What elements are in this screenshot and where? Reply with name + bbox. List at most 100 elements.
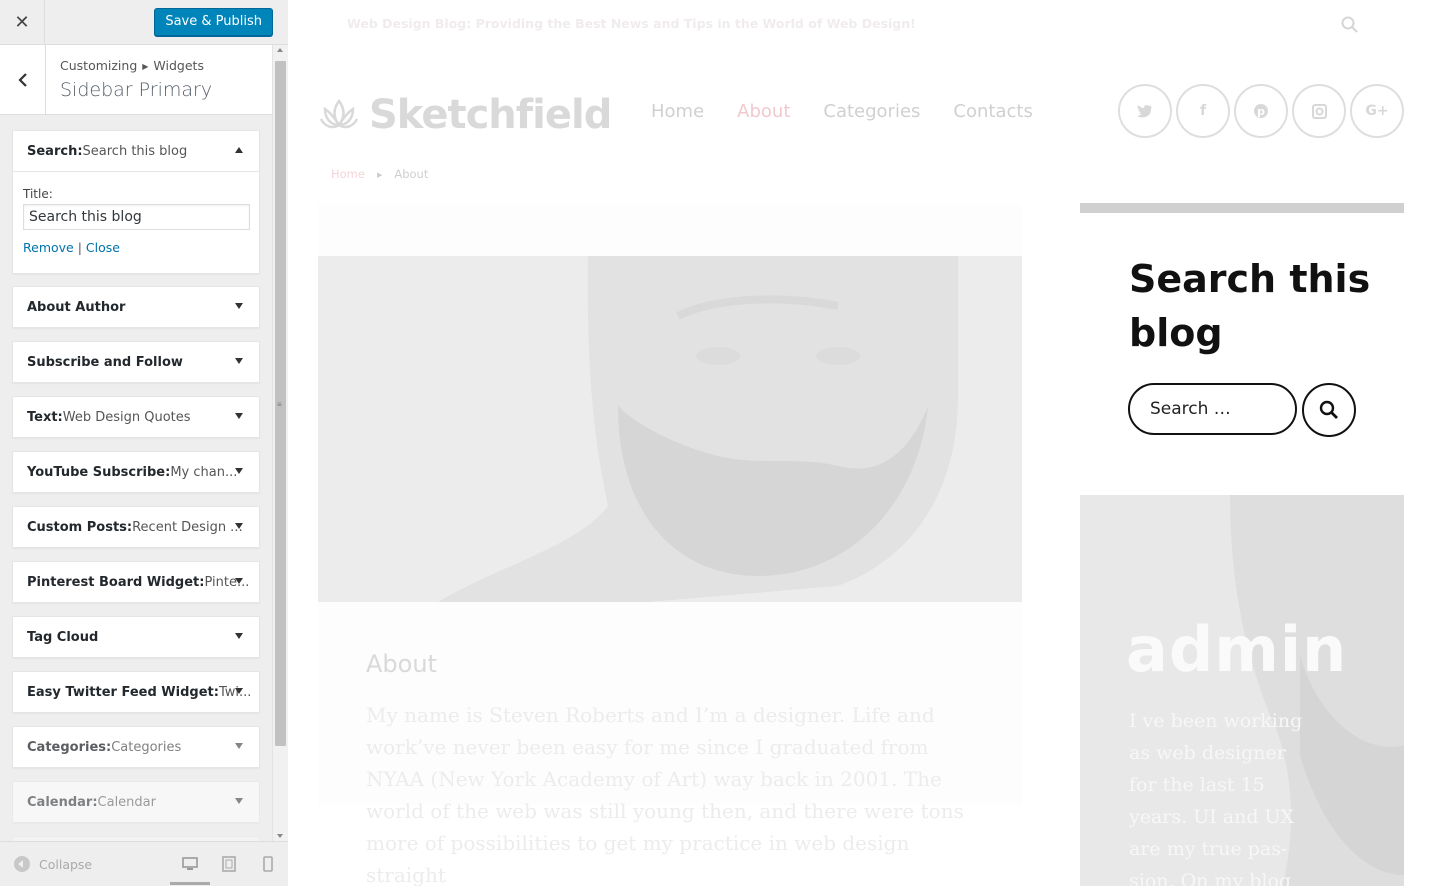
widget-subtitle: Calendar	[97, 794, 156, 810]
sidebar-scrollbar[interactable]: ≡	[272, 45, 288, 841]
widget-form: Title: Search this blog Remove | Close	[13, 171, 259, 273]
widget-easy-twitter-feed[interactable]: Easy Twitter Feed Widget: Twi...	[12, 671, 260, 713]
collapse-icon	[14, 856, 30, 872]
widget-list: Search: Search this blog Title: Search t…	[0, 115, 272, 841]
pinterest-icon: p	[1254, 104, 1268, 118]
widget-name: YouTube Subscribe:	[27, 464, 171, 480]
scroll-up-icon[interactable]	[277, 48, 283, 52]
widget-name: Custom Posts:	[27, 519, 133, 535]
twitter-button[interactable]	[1118, 84, 1172, 138]
nav-item-contacts[interactable]: Contacts	[953, 101, 1032, 122]
widget-name: Search:	[27, 143, 83, 159]
back-button[interactable]	[0, 45, 46, 114]
widget-title-bar[interactable]: About Author	[13, 287, 259, 327]
widget-subtitle: Search this blog	[82, 143, 188, 159]
logo-text: Sketchfield	[369, 92, 612, 138]
breadcrumb-parent: Customizing	[60, 58, 138, 73]
tablet-preview-button[interactable]	[219, 854, 239, 874]
collapse-button[interactable]: Collapse	[14, 856, 92, 872]
instagram-icon	[1311, 103, 1327, 119]
widget-pinterest-board[interactable]: Pinterest Board Widget: Pinte...	[12, 561, 260, 603]
widget-title-bar[interactable]: Easy Twitter Feed Widget: Twi...	[13, 672, 259, 712]
widget-title-bar[interactable]: Text: Web Design Quotes	[13, 397, 259, 437]
collapse-label: Collapse	[39, 856, 93, 872]
author-card: admin I ve been working as web designer …	[1080, 495, 1404, 886]
remove-link[interactable]: Remove	[23, 240, 74, 255]
widget-about-author[interactable]: About Author	[12, 286, 260, 328]
widget-custom-posts[interactable]: Custom Posts: Recent Design ...	[12, 506, 260, 548]
expand-arrow-icon[interactable]	[235, 468, 243, 474]
widget-calendar[interactable]: Calendar: Calendar	[12, 781, 260, 823]
breadcrumb-arrow-icon: ▶	[376, 171, 383, 179]
expand-arrow-icon[interactable]	[235, 578, 243, 584]
page-breadcrumb: Home ▶ About	[331, 167, 428, 181]
nav-item-about[interactable]: About	[737, 101, 790, 122]
sidebar-search-button[interactable]	[1302, 383, 1356, 437]
widget-youtube-subscribe[interactable]: YouTube Subscribe: My chan...	[12, 451, 260, 493]
widget-search: Search: Search this blog Title: Search t…	[12, 130, 260, 274]
widget-tag-cloud[interactable]: Tag Cloud	[12, 616, 260, 658]
widget-name: Text:	[27, 409, 63, 425]
nav-item-home[interactable]: Home	[651, 101, 704, 122]
widget-name: Pinterest Board Widget:	[27, 574, 205, 590]
expand-arrow-icon[interactable]	[235, 358, 243, 364]
widget-title-bar[interactable]: Tag Cloud	[13, 617, 259, 657]
grip-icon: ≡	[277, 400, 282, 409]
customizer-footer: Collapse	[0, 841, 288, 886]
nav-item-categories[interactable]: Categories	[823, 101, 920, 122]
title-field-label: Title:	[23, 187, 53, 201]
widget-subscribe-follow[interactable]: Subscribe and Follow	[12, 341, 260, 383]
author-bio: I ve been working as web designer for th…	[1129, 710, 1303, 886]
close-customizer-button[interactable]: ✕	[0, 0, 45, 45]
mobile-preview-button[interactable]	[258, 854, 278, 874]
section-title: Sidebar Primary	[60, 79, 213, 101]
widget-name: Tag Cloud	[27, 629, 99, 645]
widget-title-bar[interactable]: Custom Posts: Recent Design ...	[13, 507, 259, 547]
widget-subtitle: Categories	[111, 739, 182, 755]
site-logo[interactable]: Sketchfield	[319, 92, 612, 138]
article-body: My name is Steven Roberts and I’m a desi…	[366, 703, 964, 886]
expand-arrow-icon[interactable]	[235, 303, 243, 309]
save-publish-button[interactable]: Save & Publish	[154, 8, 273, 36]
widget-name: Categories:	[27, 739, 112, 755]
desktop-preview-button[interactable]	[180, 854, 200, 874]
scroll-down-icon[interactable]	[277, 834, 283, 838]
expand-arrow-icon[interactable]	[235, 523, 243, 529]
search-widget-title: Search this blog	[1129, 257, 1371, 355]
widget-subtitle: Web Design Quotes	[62, 409, 191, 425]
widget-title-bar[interactable]: Calendar: Calendar	[13, 782, 259, 822]
widget-title-bar[interactable]: Subscribe and Follow	[13, 342, 259, 382]
title-field[interactable]: Search this blog	[23, 204, 250, 230]
widget-text[interactable]: Text: Web Design Quotes	[12, 396, 260, 438]
instagram-button[interactable]	[1292, 84, 1346, 138]
google-plus-button[interactable]: G+	[1350, 84, 1404, 138]
expand-arrow-icon[interactable]	[235, 413, 243, 419]
widget-title-bar[interactable]: Search: Search this blog	[13, 131, 259, 171]
widget-title-bar[interactable]: YouTube Subscribe: My chan...	[13, 452, 259, 492]
widget-actions: Remove | Close	[23, 240, 249, 255]
sidebar-search-input[interactable]: Search …	[1128, 383, 1297, 435]
site-preview: Web Design Blog: Providing the Best News…	[289, 0, 1433, 886]
breadcrumb: Customizing ▶ Widgets	[60, 58, 204, 73]
expand-arrow-icon[interactable]	[235, 743, 243, 749]
widget-title-bar[interactable]: Pinterest Board Widget: Pinte...	[13, 562, 259, 602]
customizer-panel: ✕ Save & Publish Customizing ▶ Widgets Sid…	[0, 0, 288, 886]
pinterest-button[interactable]: p	[1234, 84, 1288, 138]
expand-arrow-icon[interactable]	[235, 688, 243, 694]
breadcrumb-home-link[interactable]: Home	[331, 167, 365, 181]
search-icon	[1319, 400, 1338, 419]
widget-name: Subscribe and Follow	[27, 354, 183, 370]
customizer-header: ✕ Save & Publish	[0, 0, 288, 45]
close-link[interactable]: Close	[86, 240, 120, 255]
widget-name: Calendar:	[27, 794, 98, 810]
social-links: f p G+	[1118, 84, 1408, 138]
expand-arrow-icon[interactable]	[235, 633, 243, 639]
collapse-arrow-icon[interactable]	[235, 147, 243, 153]
widget-name: About Author	[27, 299, 126, 315]
expand-arrow-icon[interactable]	[235, 798, 243, 804]
widget-title-bar[interactable]: Categories: Categories	[13, 727, 259, 767]
header-search-button[interactable]	[1341, 16, 1359, 39]
widget-name: Easy Twitter Feed Widget:	[27, 684, 219, 700]
facebook-button[interactable]: f	[1176, 84, 1230, 138]
widget-categories[interactable]: Categories: Categories	[12, 726, 260, 768]
